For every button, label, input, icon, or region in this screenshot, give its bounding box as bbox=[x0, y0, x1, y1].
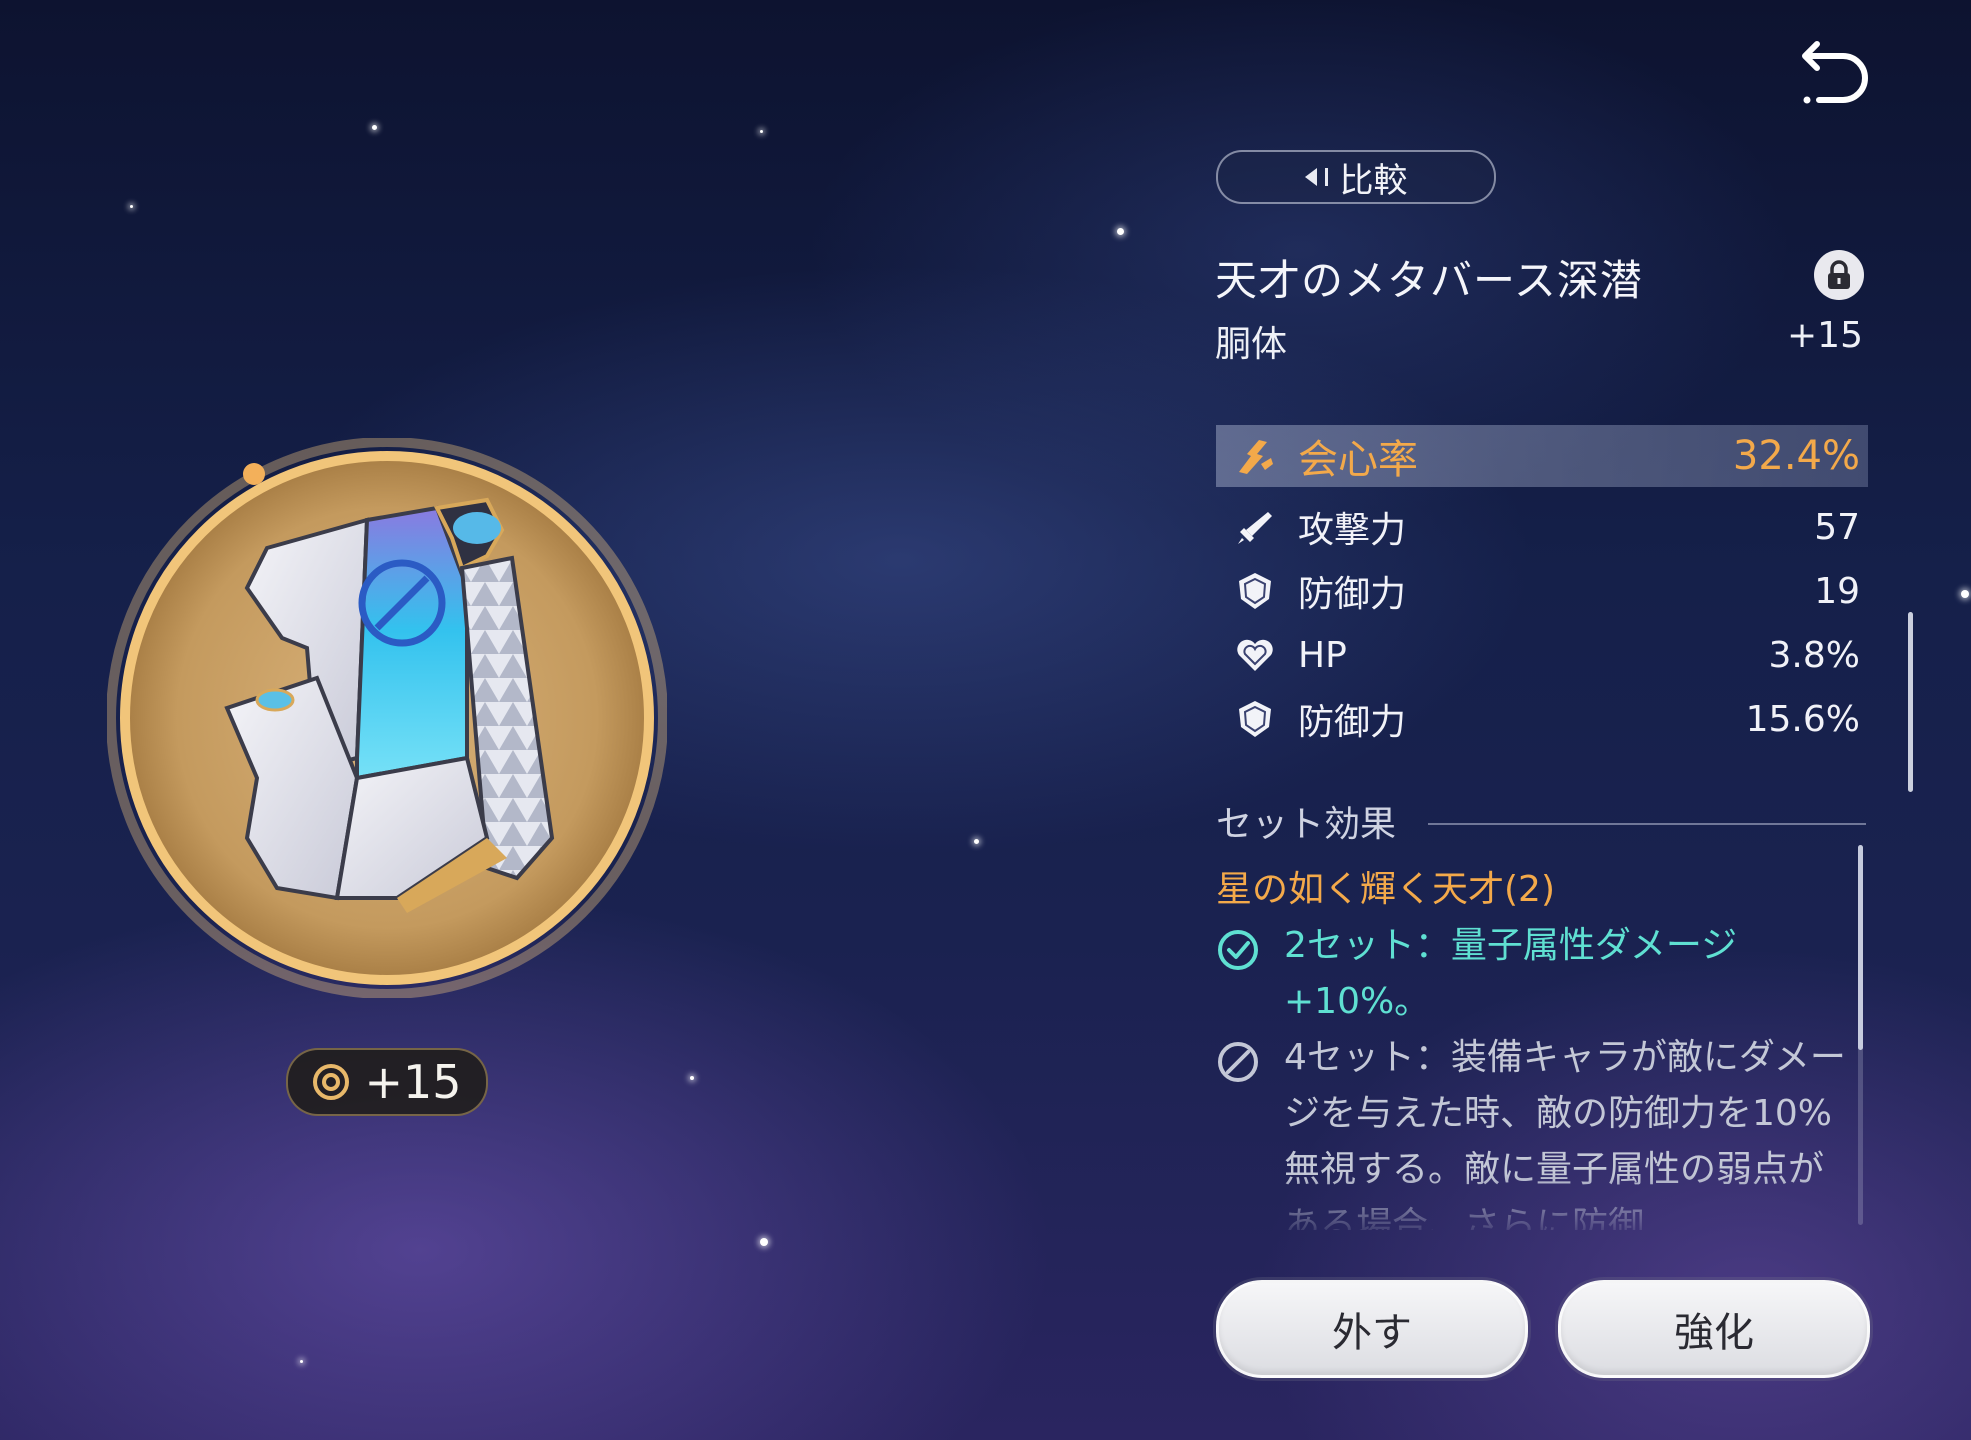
sub-stat-row: 攻撃力 57 bbox=[1216, 495, 1868, 559]
set-effect-heading: セット効果 bbox=[1216, 795, 1866, 847]
sub-stat-value: 19 bbox=[1814, 570, 1860, 612]
relic-image bbox=[106, 437, 668, 999]
set-bonus-4: 4セット：装備キャラが敵にダメージを与えた時、敵の防御力を10%無視する。敵に量… bbox=[1216, 1030, 1856, 1230]
star bbox=[1961, 590, 1969, 598]
crit-rate-icon bbox=[1232, 433, 1278, 479]
main-stat-row: 会心率 32.4% bbox=[1216, 425, 1868, 487]
remove-button-label: 外す bbox=[1332, 1310, 1412, 1356]
lock-toggle[interactable] bbox=[1814, 250, 1864, 300]
set-bonus-2-text: 2セット：量子属性ダメージ+10%。 bbox=[1284, 925, 1738, 1022]
stats-scrollbar[interactable] bbox=[1908, 612, 1913, 792]
relic-level-text: +15 bbox=[364, 1055, 462, 1109]
disabled-circle-icon bbox=[1216, 1040, 1260, 1084]
set-bonus-2: 2セット：量子属性ダメージ+10%。 bbox=[1216, 918, 1856, 1030]
compare-label: 比較 bbox=[1339, 160, 1408, 201]
sub-stat-value: 57 bbox=[1814, 506, 1860, 548]
item-slot: 胴体 bbox=[1215, 324, 1288, 365]
back-button[interactable] bbox=[1795, 38, 1873, 108]
stats-panel: 会心率 32.4% 攻撃力 57 防御力 19 HP 3.8% 防御力 15.6… bbox=[1216, 425, 1868, 751]
check-circle-icon bbox=[1216, 928, 1260, 972]
lock-icon bbox=[1828, 260, 1850, 289]
compare-button[interactable]: 比較 bbox=[1216, 150, 1496, 204]
sub-stat-value: 15.6% bbox=[1745, 698, 1860, 740]
star bbox=[974, 839, 979, 844]
sword-icon bbox=[1232, 504, 1278, 550]
main-stat-label: 会心率 bbox=[1298, 437, 1418, 483]
star bbox=[300, 1360, 303, 1363]
star bbox=[690, 1076, 694, 1080]
sub-stat-label: HP bbox=[1298, 634, 1347, 676]
return-icon bbox=[1802, 41, 1868, 104]
sub-stat-label: 攻撃力 bbox=[1298, 510, 1407, 551]
star bbox=[372, 125, 377, 130]
sub-stat-label: 防御力 bbox=[1298, 702, 1407, 743]
sub-stat-row: HP 3.8% bbox=[1216, 623, 1868, 687]
set-scrollbar[interactable] bbox=[1858, 845, 1863, 1050]
enhance-button-label: 強化 bbox=[1674, 1310, 1754, 1356]
star bbox=[130, 205, 133, 208]
set-name: 星の如く輝く天才(2) bbox=[1216, 869, 1555, 910]
item-level: +15 bbox=[1787, 315, 1863, 356]
relic-level-badge: +15 bbox=[286, 1048, 488, 1116]
star bbox=[760, 1238, 768, 1246]
shield-icon bbox=[1232, 696, 1278, 742]
divider bbox=[1428, 823, 1866, 825]
set-bonus-4-text: 4セット：装備キャラが敵にダメージを与えた時、敵の防御力を10%無視する。敵に量… bbox=[1284, 1037, 1846, 1230]
sub-stat-row: 防御力 19 bbox=[1216, 559, 1868, 623]
enhance-button[interactable]: 強化 bbox=[1558, 1280, 1870, 1378]
shield-icon bbox=[1232, 568, 1278, 614]
target-ring-icon bbox=[313, 1064, 350, 1100]
main-stat-value: 32.4% bbox=[1732, 433, 1860, 479]
item-name: 天才のメタバース深潜 bbox=[1215, 256, 1643, 305]
star bbox=[760, 130, 763, 133]
heart-icon bbox=[1232, 632, 1278, 678]
set-effect-heading-label: セット効果 bbox=[1216, 804, 1397, 845]
bar-icon bbox=[1324, 168, 1328, 186]
triangle-left-icon bbox=[1304, 168, 1317, 186]
remove-button[interactable]: 外す bbox=[1216, 1280, 1528, 1378]
sub-stat-label: 防御力 bbox=[1298, 574, 1407, 615]
sub-stat-row: 防御力 15.6% bbox=[1216, 687, 1868, 751]
star bbox=[1117, 228, 1124, 235]
sub-stat-value: 3.8% bbox=[1768, 634, 1860, 676]
